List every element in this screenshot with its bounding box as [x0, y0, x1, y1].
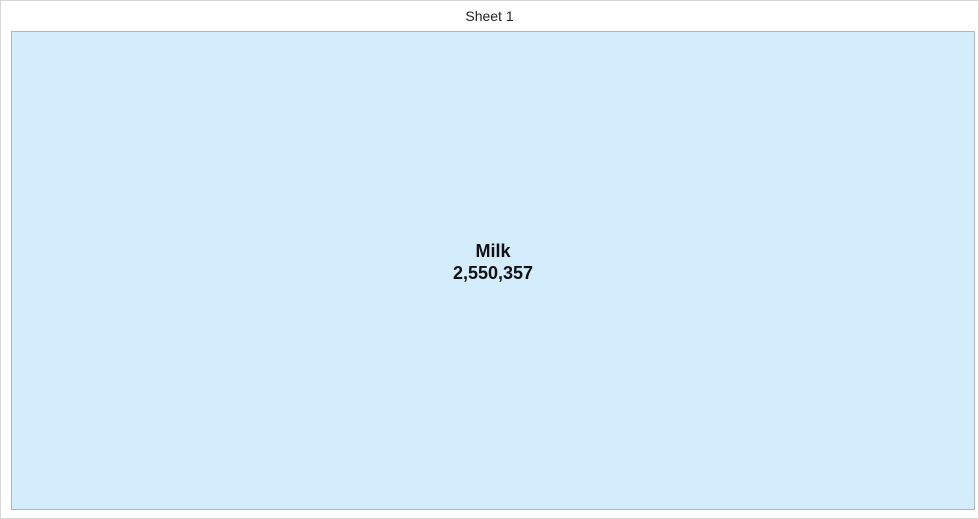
- treemap-tile-milk[interactable]: Milk 2,550,357: [11, 31, 975, 510]
- tile-label: Milk: [475, 240, 511, 261]
- sheet-title: Sheet 1: [465, 8, 514, 24]
- tile-value: 2,550,357: [452, 262, 534, 283]
- treemap: Milk 2,550,357: [11, 31, 975, 510]
